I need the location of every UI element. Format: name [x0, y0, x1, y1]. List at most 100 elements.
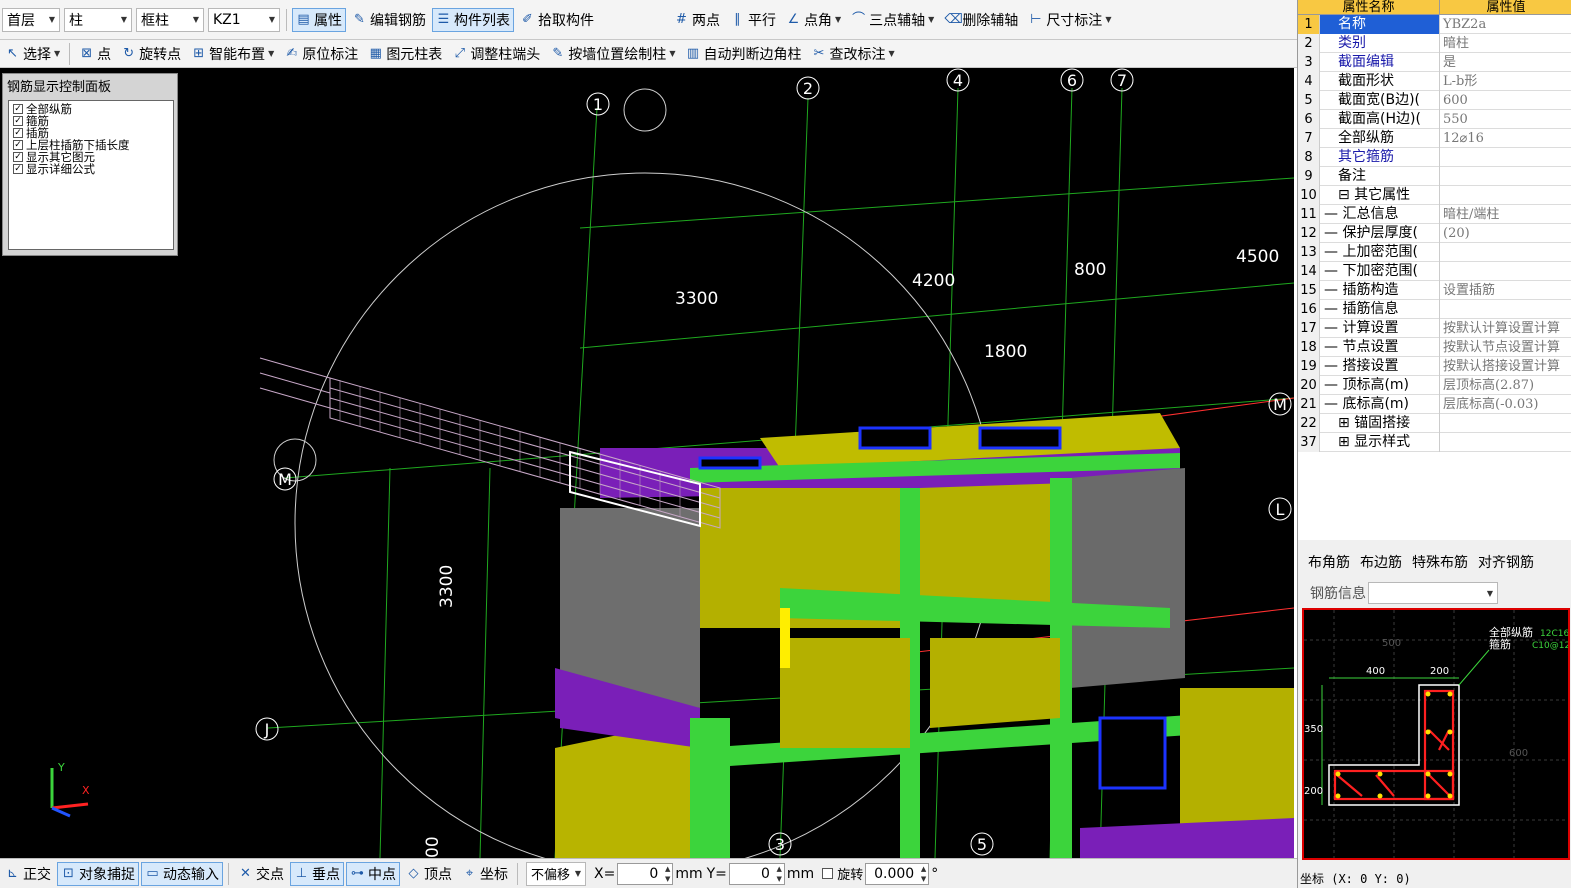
- property-value[interactable]: 按默认搭接设置计算: [1440, 357, 1571, 376]
- special-rebar-tab[interactable]: 特殊布筋: [1412, 552, 1468, 572]
- parallel-axis-button[interactable]: ∥ 平行: [726, 8, 780, 32]
- property-row[interactable]: 19— 搭接设置 按默认搭接设置计算: [1298, 356, 1571, 376]
- property-value[interactable]: 按默认计算设置计算: [1440, 319, 1571, 338]
- auto-corner-column-button[interactable]: ▥ 自动判断边角柱: [681, 42, 805, 66]
- property-value[interactable]: [1440, 433, 1571, 452]
- property-value[interactable]: [1440, 262, 1571, 281]
- property-value[interactable]: [1440, 148, 1571, 167]
- rotate-checkbox[interactable]: [822, 868, 834, 879]
- snap-coordinate[interactable]: ⌖ 坐标: [458, 862, 512, 886]
- corner-rebar-tab[interactable]: 布角筋: [1308, 552, 1350, 572]
- property-row[interactable]: 37 ⊞ 显示样式: [1298, 432, 1571, 452]
- property-row[interactable]: 10 ⊟ 其它属性: [1298, 185, 1571, 205]
- property-value[interactable]: 12⌀16: [1440, 129, 1571, 148]
- property-value[interactable]: 设置插筋: [1440, 281, 1571, 300]
- two-point-axis-button[interactable]: # 两点: [670, 8, 724, 32]
- property-value[interactable]: [1440, 300, 1571, 319]
- edge-rebar-tab[interactable]: 布边筋: [1360, 552, 1402, 572]
- property-row[interactable]: 7 全部纵筋 12⌀16: [1298, 128, 1571, 148]
- property-row[interactable]: 9 备注: [1298, 166, 1571, 186]
- dimension-button[interactable]: ⊢ 尺寸标注 ▼: [1024, 8, 1115, 32]
- property-row[interactable]: 16— 插筋信息: [1298, 299, 1571, 319]
- property-value[interactable]: L-b形: [1440, 72, 1571, 91]
- property-row[interactable]: 13— 上加密范围(: [1298, 242, 1571, 262]
- ortho-toggle[interactable]: ⊾ 正交: [1, 862, 55, 886]
- subtype-select[interactable]: 框柱 ▼: [136, 7, 204, 32]
- property-value[interactable]: 按默认节点设置计算: [1440, 338, 1571, 357]
- property-row[interactable]: 22 ⊞ 锚固搭接: [1298, 413, 1571, 433]
- spin-icon[interactable]: ▲ ▼: [921, 864, 926, 884]
- offset-mode-select[interactable]: 不偏移 ▼: [526, 861, 586, 886]
- y-input[interactable]: 0 ▲ ▼: [728, 862, 785, 885]
- align-rebar-tab[interactable]: 对齐钢筋: [1478, 552, 1534, 572]
- property-icon: ▤: [297, 12, 310, 27]
- column-table-button[interactable]: ▦ 图元柱表: [364, 42, 446, 66]
- snap-perpendicular[interactable]: ⊥ 垂点: [290, 861, 344, 886]
- property-button[interactable]: ▤ 属性: [292, 7, 346, 32]
- property-value[interactable]: [1440, 243, 1571, 262]
- snap-midpoint[interactable]: ⊶ 中点: [346, 861, 400, 886]
- three-point-axis-button[interactable]: ⌒ 三点辅轴 ▼: [847, 8, 938, 32]
- property-row[interactable]: 8 其它箍筋: [1298, 147, 1571, 167]
- object-snap-toggle[interactable]: ⊡ 对象捕捉: [57, 861, 139, 886]
- property-value[interactable]: 暗柱: [1440, 34, 1571, 53]
- main-toolbar: 首层 ▼ 柱 ▼ 框柱 ▼ KZ1 ▼ ▤ 属性 ✎ 编辑钢筋 ☰ 构件列表 ✐ 拾取构件 # 两…: [0, 0, 1297, 40]
- snap-intersection[interactable]: ✕ 交点: [234, 862, 288, 886]
- property-row[interactable]: 14— 下加密范围(: [1298, 261, 1571, 281]
- property-row[interactable]: 20— 顶标高(m) 层顶标高(2.87): [1298, 375, 1571, 395]
- property-value[interactable]: 600: [1440, 91, 1571, 110]
- property-row[interactable]: 12— 保护层厚度((20): [1298, 223, 1571, 243]
- adjust-column-end-button[interactable]: ⤢ 调整柱端头: [448, 42, 544, 66]
- point-button[interactable]: ⊠ 点: [75, 42, 115, 66]
- property-value[interactable]: [1440, 414, 1571, 433]
- property-value[interactable]: 暗柱/端柱: [1440, 205, 1571, 224]
- property-row[interactable]: 5 截面宽(B边)(600: [1298, 90, 1571, 110]
- property-row[interactable]: 18— 节点设置 按默认节点设置计算: [1298, 337, 1571, 357]
- pick-component-button[interactable]: ✐ 拾取构件: [516, 8, 598, 32]
- rebar-info-select[interactable]: ▼: [1368, 582, 1498, 604]
- select-button[interactable]: ↖ 选择 ▼: [1, 42, 64, 66]
- in-place-annotate-button[interactable]: ✍ 原位标注: [280, 42, 362, 66]
- property-row[interactable]: 17— 计算设置 按默认计算设置计算: [1298, 318, 1571, 338]
- section-editor[interactable]: 500 400 200 350 200 600 全部纵筋 箍筋 12C16 C1…: [1302, 608, 1571, 860]
- edit-rebar-button[interactable]: ✎ 编辑钢筋: [348, 8, 430, 32]
- spin-icon[interactable]: ▲ ▼: [777, 864, 782, 884]
- spin-icon[interactable]: ▲ ▼: [665, 864, 670, 884]
- property-row[interactable]: 21— 底标高(m) 层底标高(-0.03): [1298, 394, 1571, 414]
- property-row[interactable]: 6 截面高(H边)(550: [1298, 109, 1571, 129]
- smart-layout-button[interactable]: ⊞ 智能布置 ▼: [187, 42, 278, 66]
- checkbox-show-formula[interactable]: ✓ 显示详细公式: [9, 163, 173, 175]
- delete-axis-button[interactable]: ⌫ 删除辅轴: [940, 8, 1022, 32]
- snap-vertex[interactable]: ◇ 顶点: [402, 862, 456, 886]
- model-view[interactable]: 1 2 3 4 5 6 7 M M L J 3300 4200 800 4500…: [0, 68, 1294, 858]
- dynamic-input-toggle[interactable]: ▭ 动态输入: [141, 861, 223, 886]
- orbit-handle-top[interactable]: [623, 88, 667, 132]
- header-name: 属性名称: [1298, 0, 1440, 15]
- property-row[interactable]: 1 名称 YBZ2a: [1298, 14, 1571, 34]
- property-value[interactable]: 550: [1440, 110, 1571, 129]
- component-select[interactable]: KZ1 ▼: [208, 7, 280, 32]
- check-annotation-button[interactable]: ✂ 查改标注 ▼: [807, 42, 898, 66]
- point-angle-button[interactable]: ∠ 点角 ▼: [782, 8, 845, 32]
- rotate-input[interactable]: 0.000 ▲ ▼: [865, 862, 930, 885]
- component-list-button[interactable]: ☰ 构件列表: [432, 7, 514, 32]
- property-row[interactable]: 2 类别 暗柱: [1298, 33, 1571, 53]
- 3d-viewport[interactable]: 1 2 3 4 5 6 7 M M L J 3300 4200 800 4500…: [0, 68, 1294, 858]
- property-value[interactable]: 层底标高(-0.03): [1440, 395, 1571, 414]
- property-value[interactable]: [1440, 186, 1571, 205]
- category-select[interactable]: 柱 ▼: [64, 7, 132, 32]
- rebar-cage[interactable]: [259, 357, 721, 529]
- floor-select[interactable]: 首层 ▼: [2, 7, 60, 32]
- property-row[interactable]: 15— 插筋构造 设置插筋: [1298, 280, 1571, 300]
- property-value[interactable]: (20): [1440, 224, 1571, 243]
- property-row[interactable]: 11— 汇总信息 暗柱/端柱: [1298, 204, 1571, 224]
- property-value[interactable]: 层顶标高(2.87): [1440, 376, 1571, 395]
- property-value[interactable]: YBZ2a: [1440, 15, 1571, 34]
- x-input[interactable]: 0 ▲ ▼: [617, 862, 674, 885]
- rotate-point-button[interactable]: ↻ 旋转点: [117, 42, 185, 66]
- property-value[interactable]: 是: [1440, 53, 1571, 72]
- property-value[interactable]: [1440, 167, 1571, 186]
- draw-by-wall-button[interactable]: ✎ 按墙位置绘制柱 ▼: [546, 42, 679, 66]
- property-row[interactable]: 3 截面编辑是: [1298, 52, 1571, 72]
- property-row[interactable]: 4 截面形状 L-b形: [1298, 71, 1571, 91]
